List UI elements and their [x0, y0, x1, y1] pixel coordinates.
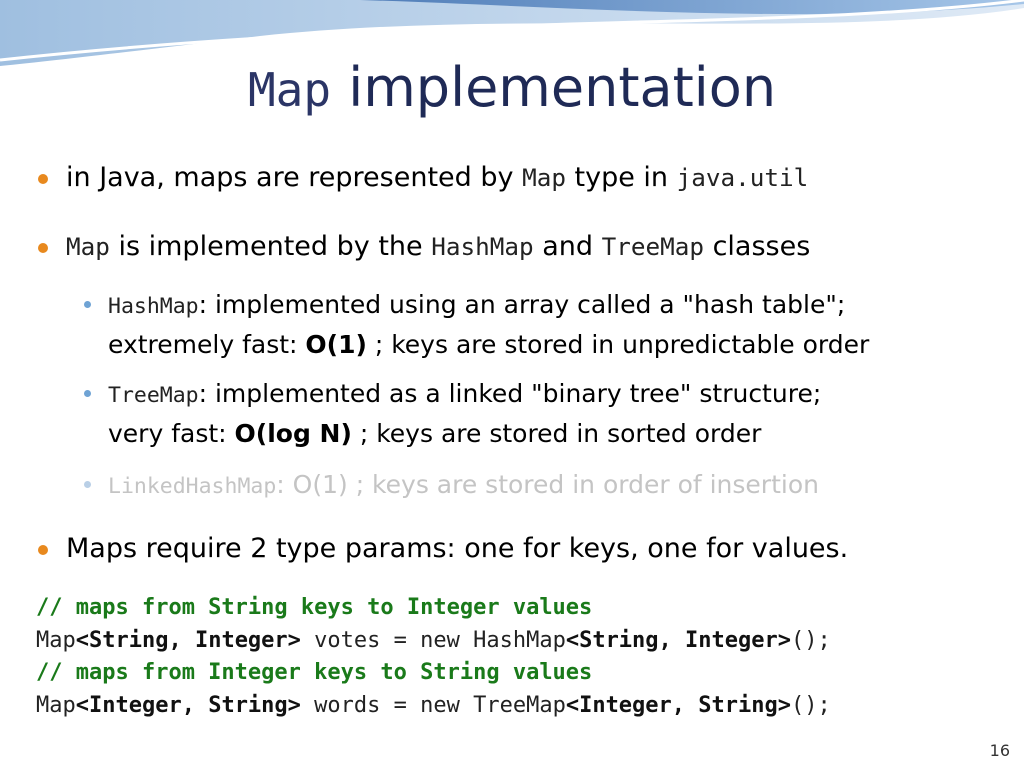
code-example: // maps from String keys to Integer valu… [36, 592, 831, 722]
bullet-type-params: Maps require 2 type params: one for keys… [37, 533, 849, 564]
title-code: Map [247, 63, 332, 117]
sub-bullet-treemap: TreeMap: implemented as a linked "binary… [83, 375, 821, 453]
sub-bullet-linkedhashmap: LinkedHashMap: O(1) ; keys are stored in… [84, 466, 819, 506]
bullet-java-maps: in Java, maps are represented by Map typ… [37, 162, 809, 193]
sub-bullet-hashmap: HashMap: implemented using an array call… [83, 286, 869, 364]
code-line: Map<Integer, String> words = new TreeMap… [36, 692, 831, 718]
page-number: 16 [989, 741, 1010, 760]
code-comment: // maps from Integer keys to String valu… [36, 660, 593, 685]
title-text: implementation [331, 56, 777, 119]
bullet-map-implementations: Map is implemented by the HashMap and Tr… [37, 231, 811, 262]
code-comment: // maps from String keys to Integer valu… [36, 595, 593, 620]
code-line: Map<String, Integer> votes = new HashMap… [36, 627, 831, 653]
slide-title: Map implementation [0, 56, 1024, 119]
